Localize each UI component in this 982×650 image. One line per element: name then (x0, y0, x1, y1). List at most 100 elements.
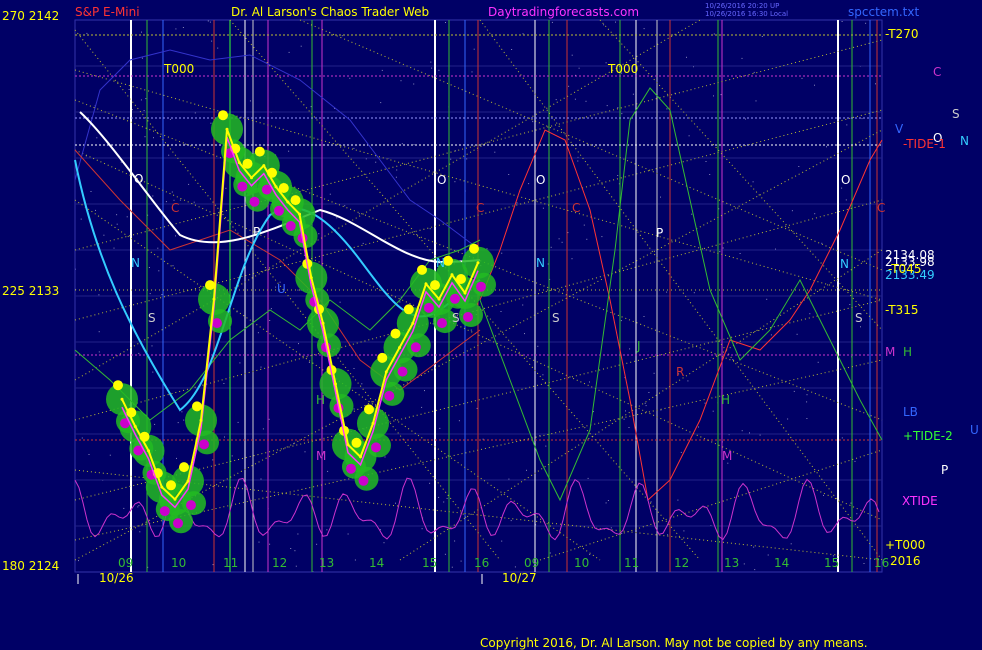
low-dot (371, 442, 381, 453)
star-dot (120, 161, 122, 163)
low-dot (358, 475, 369, 486)
label-t000: +T000 (885, 538, 925, 552)
star-dot (683, 530, 685, 532)
plot-label-s1: S (148, 311, 156, 325)
star-dot (237, 421, 239, 423)
label-u: U (970, 423, 979, 437)
star-dot (98, 294, 100, 296)
star-dot (169, 118, 171, 120)
star-dot (660, 196, 661, 198)
price-point (450, 273, 454, 277)
star-dot (607, 500, 609, 501)
star-dot (577, 160, 579, 162)
star-dot (212, 459, 214, 461)
star-dot (817, 361, 819, 363)
price-point (309, 276, 313, 280)
star-dot (375, 161, 377, 163)
star-dot (224, 436, 225, 438)
label-n: N (960, 134, 969, 148)
star-dot (865, 22, 867, 24)
label-t045: -T045 (888, 262, 921, 276)
star-dot (400, 80, 402, 82)
copyright: Copyright 2016, Dr. Al Larson. May not b… (480, 636, 868, 650)
star-dot (138, 505, 140, 507)
star-dot (713, 33, 715, 35)
star-dot (181, 411, 183, 413)
star-dot (466, 158, 468, 160)
star-dot (743, 563, 745, 565)
star-dot (623, 418, 625, 420)
star-dot (454, 181, 456, 183)
star-dot (260, 478, 262, 480)
star-dot (621, 533, 623, 534)
star-dot (589, 554, 591, 555)
star-dot (450, 158, 452, 160)
star-dot (438, 496, 440, 498)
star-dot (148, 267, 150, 268)
star-dot (863, 563, 865, 564)
price-point (274, 185, 278, 189)
star-dot (161, 294, 163, 295)
high-dot (218, 110, 228, 121)
low-dot (249, 196, 260, 207)
star-dot (508, 174, 510, 175)
plot-label-c4: C (877, 201, 885, 215)
star-dot (413, 144, 415, 146)
star-dot (260, 366, 262, 368)
star-dot (295, 565, 297, 567)
star-dot (550, 246, 552, 248)
star-dot (610, 527, 612, 529)
star-dot (615, 21, 616, 23)
plot-label-u1: U (277, 282, 286, 296)
plot-label-o4: O (841, 173, 850, 187)
price-point (186, 479, 190, 483)
star-dot (290, 548, 292, 549)
price-point (262, 164, 266, 168)
star-dot (801, 77, 803, 79)
star-dot (542, 207, 544, 209)
plot-label-c2: C (476, 201, 484, 215)
star-dot (806, 418, 808, 419)
star-dot (98, 351, 100, 353)
star-dot (384, 456, 386, 458)
high-dot (113, 380, 123, 391)
star-dot (326, 529, 328, 531)
star-dot (413, 83, 415, 85)
star-dot (153, 137, 154, 139)
star-dot (183, 419, 185, 421)
star-dot (606, 105, 608, 107)
star-dot (526, 469, 527, 471)
star-dot (143, 110, 145, 111)
star-dot (438, 69, 440, 71)
x-tick-day2: 14 (774, 556, 789, 570)
star-dot (362, 242, 364, 244)
site-url[interactable]: Daytradingforecasts.com (488, 5, 639, 19)
x-tick-day1: 11 (223, 556, 238, 570)
star-dot (95, 209, 96, 211)
label-2016: 2016 (890, 554, 921, 568)
plot-label-c3: C (572, 201, 580, 215)
star-dot (587, 477, 589, 479)
star-dot (861, 118, 863, 120)
low-dot (450, 293, 460, 304)
price-point (463, 291, 467, 295)
star-dot (790, 543, 792, 545)
star-dot (814, 84, 815, 86)
star-dot (123, 507, 125, 509)
star-dot (182, 27, 184, 28)
star-dot (767, 554, 769, 556)
star-dot (809, 313, 811, 315)
star-dot (138, 352, 140, 354)
plot-label-s4: S (855, 311, 863, 325)
star-dot (297, 289, 299, 291)
star-dot (854, 460, 856, 462)
star-dot (86, 32, 88, 34)
star-dot (116, 214, 118, 216)
star-dot (578, 67, 580, 69)
label-v: V (895, 122, 904, 136)
star-dot (753, 71, 755, 73)
star-dot (172, 265, 174, 267)
star-dot (680, 451, 682, 453)
price-point (225, 127, 229, 131)
star-dot (625, 410, 626, 412)
